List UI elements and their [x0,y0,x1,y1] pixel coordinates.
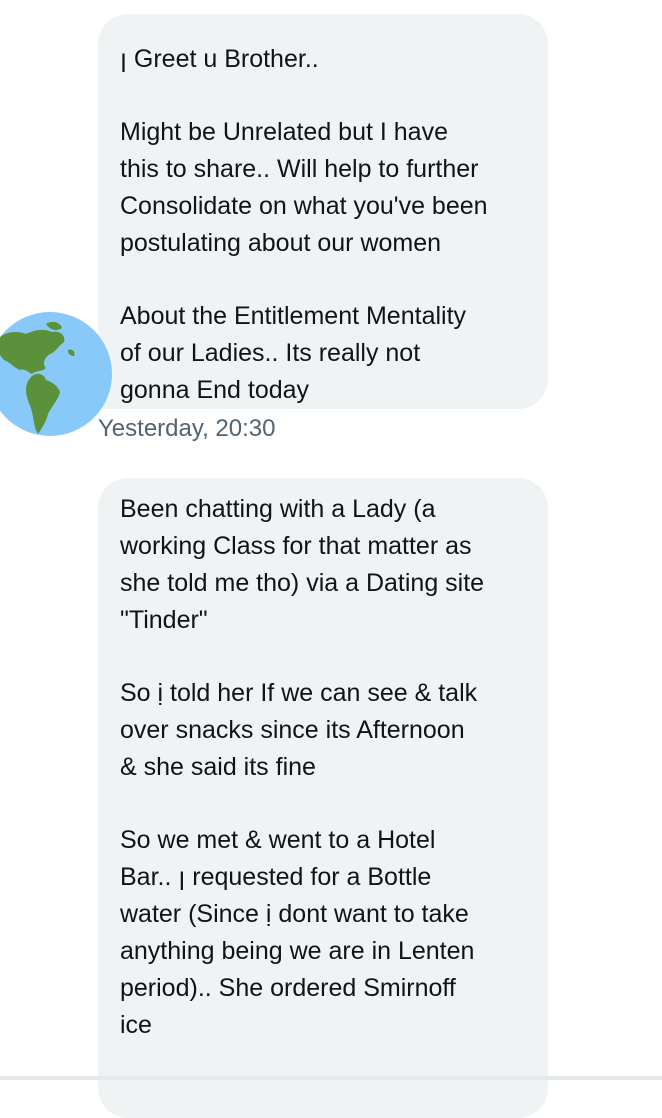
message-paragraph: So ị told her If we can see & talk over … [120,679,478,781]
message-paragraph: Been chatting with a Lady (a working Cla… [120,495,485,634]
message-bubble[interactable]: ꞁ Greet u Brother.. Might be Unrelated b… [98,14,548,409]
message-bubble[interactable]: Been chatting with a Lady (a working Cla… [98,478,548,1118]
message-paragraph: Might be Unrelated but I have this to sh… [120,118,488,257]
message-timestamp: Yesterday, 20:30 [98,415,276,442]
divider [0,1076,662,1080]
message-paragraph: About the Entitlement Mentality of our L… [120,302,467,404]
globe-americas-icon [0,312,112,436]
avatar[interactable] [0,310,114,438]
message-paragraph: So we met & went to a Hotel Bar.. ꞁ requ… [120,826,475,1039]
message-paragraph: ꞁ Greet u Brother.. [120,45,319,73]
